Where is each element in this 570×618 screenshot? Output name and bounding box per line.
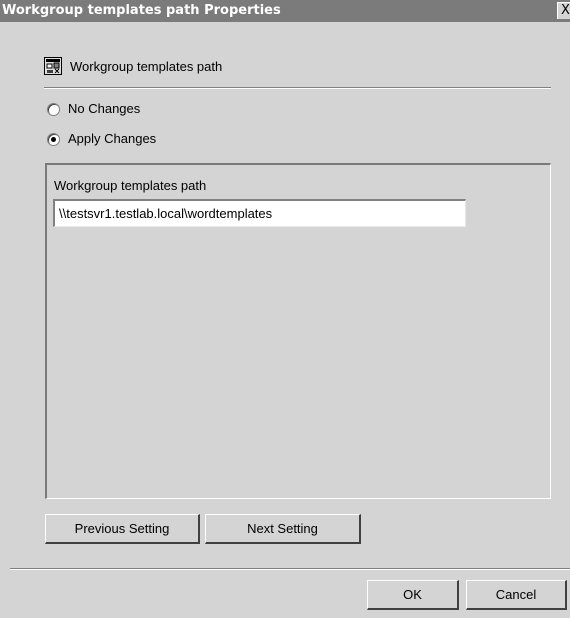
ok-button[interactable]: OK (367, 580, 459, 610)
policy-settings-icon (44, 57, 62, 75)
cancel-button[interactable]: Cancel (466, 580, 567, 610)
apply-changes-label[interactable]: Apply Changes (68, 131, 156, 146)
properties-dialog: Workgroup templates path Properties X Wo… (0, 0, 570, 618)
next-setting-button[interactable]: Next Setting (205, 514, 361, 544)
window-title: Workgroup templates path Properties (2, 3, 281, 18)
title-bar[interactable]: Workgroup templates path Properties X (0, 0, 570, 22)
header-divider (44, 87, 551, 89)
templates-path-input[interactable] (53, 199, 466, 227)
apply-changes-radio[interactable] (47, 133, 60, 146)
no-changes-radio[interactable] (47, 103, 60, 116)
setting-name: Workgroup templates path (70, 59, 223, 74)
previous-setting-button[interactable]: Previous Setting (45, 514, 200, 544)
close-button[interactable]: X (557, 2, 570, 19)
no-changes-label[interactable]: No Changes (68, 101, 140, 116)
field-label: Workgroup templates path (54, 178, 207, 193)
footer-divider (10, 568, 570, 570)
radio-selected-dot (51, 137, 56, 142)
